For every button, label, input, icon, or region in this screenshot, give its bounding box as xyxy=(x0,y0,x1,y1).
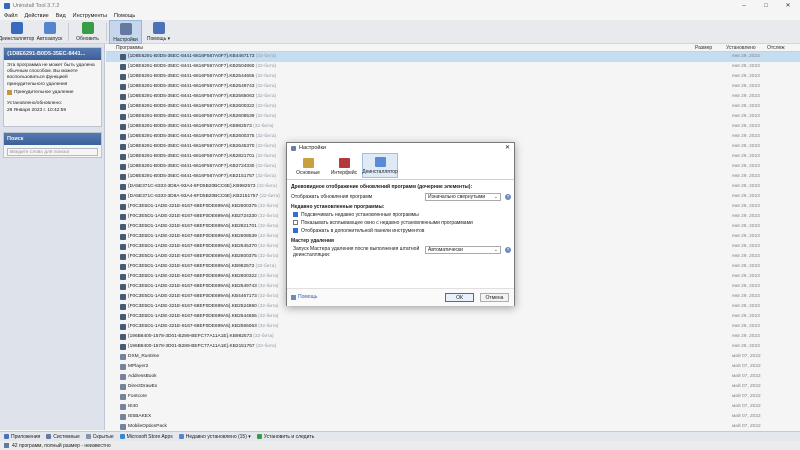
section-tree: Древовидное отображение обновлений прогр… xyxy=(291,184,473,190)
wizard-label: Запуск Мастера удаления после выполнения… xyxy=(293,246,420,258)
section-recent: Недавно установленные программы: xyxy=(291,204,385,210)
wizard-select[interactable]: Автоматически ⌄ xyxy=(425,246,501,254)
tab-icon xyxy=(338,158,350,168)
tab-icon xyxy=(374,157,386,167)
book-icon xyxy=(291,294,296,300)
dialog-title-bar: Настройки xyxy=(287,143,514,153)
chevron-down-icon: ⌄ xyxy=(493,247,498,253)
dialog-close-icon[interactable]: ✕ xyxy=(505,144,510,151)
help-icon[interactable]: ? xyxy=(505,247,511,253)
tab-label: Основные xyxy=(296,170,320,176)
popup-recent-checkbox[interactable] xyxy=(293,220,298,225)
dialog-tab[interactable]: Основные xyxy=(290,153,326,178)
help-link[interactable]: Помощь xyxy=(291,294,317,300)
tab-label: Интерфейс xyxy=(330,170,358,176)
dialog-footer: Помощь ОК Отмена xyxy=(287,288,514,306)
highlight-recent-checkbox[interactable] xyxy=(293,212,298,217)
settings-dialog: Настройки ✕ Основные Интерфейс Деинсталлят… xyxy=(286,142,515,306)
chevron-down-icon: ⌄ xyxy=(493,194,498,200)
tab-label: Деинсталлятор xyxy=(362,169,398,175)
cancel-button[interactable]: Отмена xyxy=(480,293,509,302)
highlight-recent-label: Подсвечивать недавно установленные прогр… xyxy=(301,212,419,218)
ok-button[interactable]: ОК xyxy=(445,293,474,302)
dialog-tabs: Основные Интерфейс Деинсталлятор xyxy=(287,153,514,180)
show-updates-label: Отображать обновления программ xyxy=(291,194,373,200)
help-link-label: Помощь xyxy=(298,294,318,300)
section-wizard: Мастер удаления xyxy=(291,238,334,244)
tab-icon xyxy=(302,158,314,168)
settings-icon xyxy=(291,145,296,151)
wizard-value: Автоматически xyxy=(428,247,463,253)
dialog-tab[interactable]: Деинсталлятор xyxy=(362,153,398,178)
show-updates-select[interactable]: Изначально свернутыми ⌄ xyxy=(425,193,501,201)
extra-toolbar-label: Отображать в дополнительной панели инстр… xyxy=(301,228,425,234)
dialog-title: Настройки xyxy=(299,145,326,151)
help-icon[interactable]: ? xyxy=(505,194,511,200)
popup-recent-label: Показывать всплывающее окно с недавно ус… xyxy=(301,220,473,226)
dialog-tab[interactable]: Интерфейс xyxy=(326,153,362,178)
extra-toolbar-checkbox[interactable] xyxy=(293,228,298,233)
show-updates-value: Изначально свернутыми xyxy=(428,194,486,200)
